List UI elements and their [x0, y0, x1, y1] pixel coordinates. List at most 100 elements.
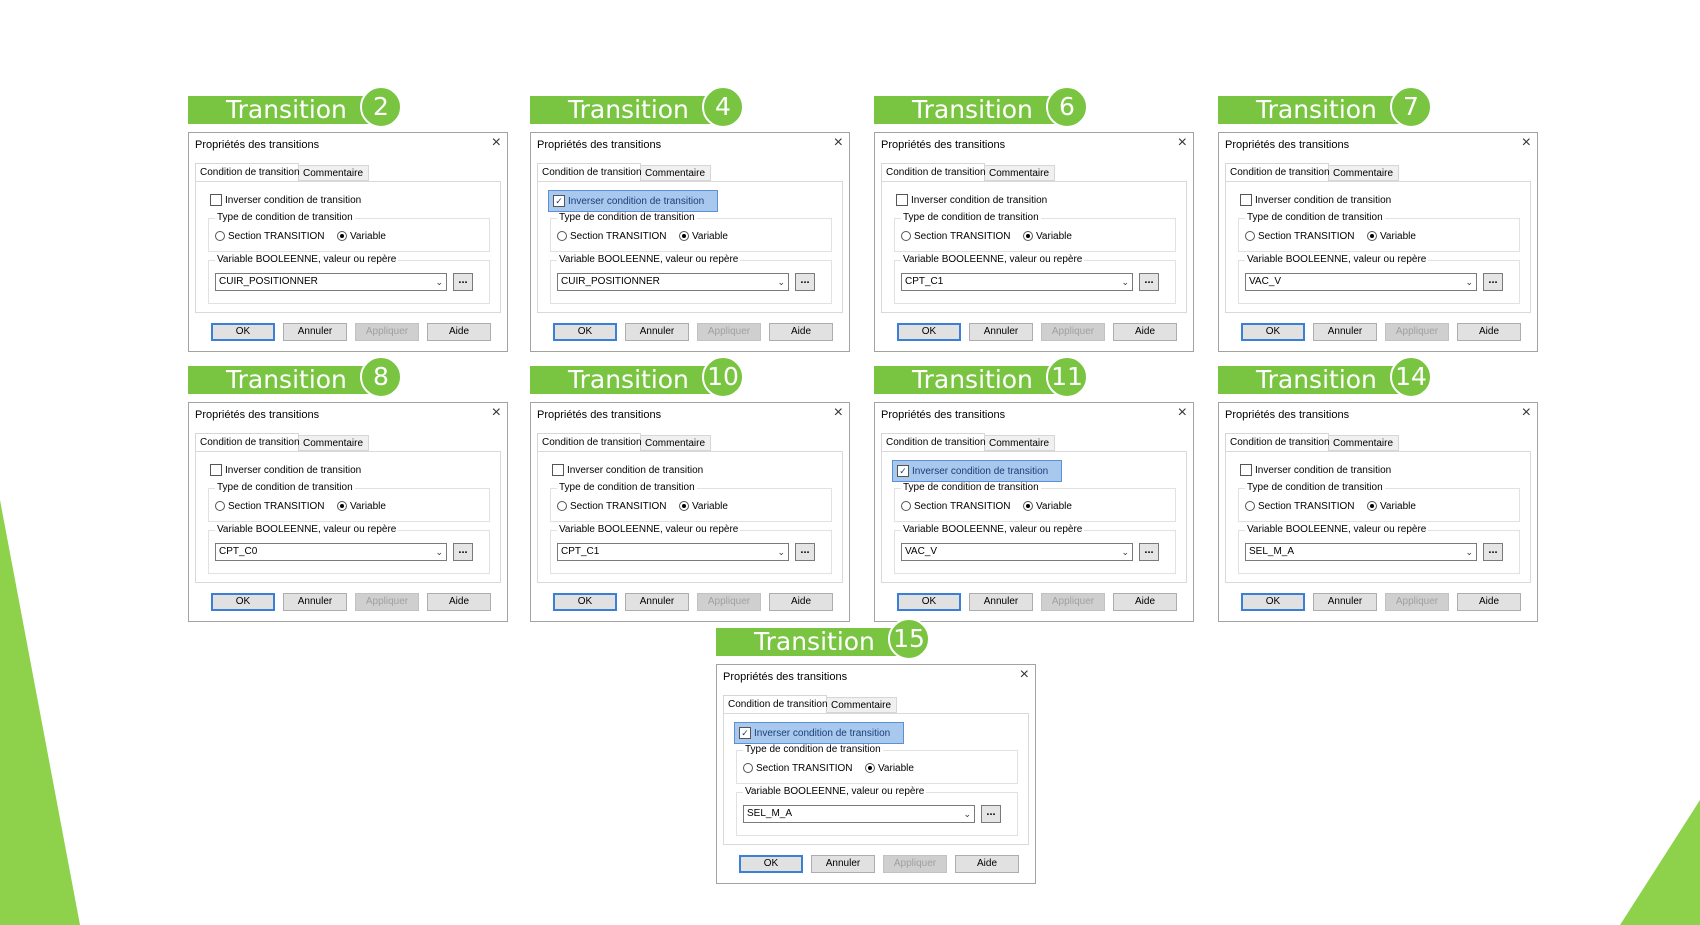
ok-button[interactable]: OK — [1241, 323, 1305, 341]
ok-button[interactable]: OK — [897, 593, 961, 611]
variable-combobox[interactable]: CPT_C0 ⌄ — [215, 543, 447, 561]
variable-combobox[interactable]: CPT_C1 ⌄ — [901, 273, 1133, 291]
browse-button[interactable]: ... — [1139, 543, 1159, 561]
tab-condition[interactable]: Condition de transition — [537, 163, 642, 181]
radio-section-transition[interactable]: Section TRANSITION — [215, 231, 325, 242]
apply-button[interactable]: Appliquer — [883, 855, 947, 873]
close-icon[interactable]: × — [834, 134, 843, 152]
ok-button[interactable]: OK — [897, 323, 961, 341]
radio-variable[interactable]: Variable — [1023, 231, 1072, 242]
invert-condition-checkbox[interactable]: Inverser condition de transition — [206, 190, 376, 212]
variable-combobox[interactable]: SEL_M_A ⌄ — [743, 805, 975, 823]
ok-button[interactable]: OK — [211, 593, 275, 611]
radio-variable[interactable]: Variable — [1023, 501, 1072, 512]
variable-combobox[interactable]: CUIR_POSITIONNER ⌄ — [215, 273, 447, 291]
apply-button[interactable]: Appliquer — [697, 323, 761, 341]
cancel-button[interactable]: Annuler — [811, 855, 875, 873]
radio-variable[interactable]: Variable — [337, 501, 386, 512]
tab-condition[interactable]: Condition de transition — [881, 433, 986, 451]
apply-button[interactable]: Appliquer — [1385, 593, 1449, 611]
apply-button[interactable]: Appliquer — [355, 593, 419, 611]
close-icon[interactable]: × — [1178, 404, 1187, 422]
variable-combobox[interactable]: VAC_V ⌄ — [1245, 273, 1477, 291]
cancel-button[interactable]: Annuler — [1313, 593, 1377, 611]
tab-comment[interactable]: Commentaire — [299, 165, 369, 181]
tab-condition[interactable]: Condition de transition — [1225, 163, 1330, 181]
radio-variable[interactable]: Variable — [679, 501, 728, 512]
apply-button[interactable]: Appliquer — [1041, 323, 1105, 341]
ok-button[interactable]: OK — [1241, 593, 1305, 611]
close-icon[interactable]: × — [834, 404, 843, 422]
tab-comment[interactable]: Commentaire — [299, 435, 369, 451]
browse-button[interactable]: ... — [1483, 273, 1503, 291]
chevron-down-icon[interactable]: ⌄ — [1121, 544, 1129, 560]
cancel-button[interactable]: Annuler — [969, 323, 1033, 341]
chevron-down-icon[interactable]: ⌄ — [963, 806, 971, 822]
chevron-down-icon[interactable]: ⌄ — [777, 274, 785, 290]
cancel-button[interactable]: Annuler — [283, 323, 347, 341]
browse-button[interactable]: ... — [1139, 273, 1159, 291]
cancel-button[interactable]: Annuler — [283, 593, 347, 611]
tab-comment[interactable]: Commentaire — [1329, 165, 1399, 181]
help-button[interactable]: Aide — [427, 323, 491, 341]
browse-button[interactable]: ... — [795, 273, 815, 291]
close-icon[interactable]: × — [1522, 134, 1531, 152]
tab-comment[interactable]: Commentaire — [985, 165, 1055, 181]
radio-section-transition[interactable]: Section TRANSITION — [557, 231, 667, 242]
tab-condition[interactable]: Condition de transition — [195, 433, 300, 451]
ok-button[interactable]: OK — [553, 593, 617, 611]
variable-combobox[interactable]: CUIR_POSITIONNER ⌄ — [557, 273, 789, 291]
tab-comment[interactable]: Commentaire — [985, 435, 1055, 451]
chevron-down-icon[interactable]: ⌄ — [777, 544, 785, 560]
close-icon[interactable]: × — [1178, 134, 1187, 152]
radio-section-transition[interactable]: Section TRANSITION — [743, 763, 853, 774]
radio-section-transition[interactable]: Section TRANSITION — [1245, 501, 1355, 512]
tab-condition[interactable]: Condition de transition — [881, 163, 986, 181]
help-button[interactable]: Aide — [427, 593, 491, 611]
ok-button[interactable]: OK — [553, 323, 617, 341]
invert-condition-checkbox[interactable]: ✓ Inverser condition de transition — [734, 722, 904, 744]
radio-section-transition[interactable]: Section TRANSITION — [557, 501, 667, 512]
invert-condition-checkbox[interactable]: Inverser condition de transition — [892, 190, 1062, 212]
help-button[interactable]: Aide — [1113, 593, 1177, 611]
help-button[interactable]: Aide — [1457, 593, 1521, 611]
tab-comment[interactable]: Commentaire — [1329, 435, 1399, 451]
tab-comment[interactable]: Commentaire — [641, 165, 711, 181]
radio-section-transition[interactable]: Section TRANSITION — [215, 501, 325, 512]
chevron-down-icon[interactable]: ⌄ — [435, 274, 443, 290]
browse-button[interactable]: ... — [453, 273, 473, 291]
invert-condition-checkbox[interactable]: Inverser condition de transition — [1236, 460, 1406, 482]
radio-variable[interactable]: Variable — [337, 231, 386, 242]
tab-comment[interactable]: Commentaire — [827, 697, 897, 713]
cancel-button[interactable]: Annuler — [1313, 323, 1377, 341]
invert-condition-checkbox[interactable]: ✓ Inverser condition de transition — [548, 190, 718, 212]
radio-section-transition[interactable]: Section TRANSITION — [901, 231, 1011, 242]
chevron-down-icon[interactable]: ⌄ — [1121, 274, 1129, 290]
invert-condition-checkbox[interactable]: ✓ Inverser condition de transition — [892, 460, 1062, 482]
apply-button[interactable]: Appliquer — [1385, 323, 1449, 341]
variable-combobox[interactable]: CPT_C1 ⌄ — [557, 543, 789, 561]
close-icon[interactable]: × — [492, 134, 501, 152]
tab-comment[interactable]: Commentaire — [641, 435, 711, 451]
tab-condition[interactable]: Condition de transition — [537, 433, 642, 451]
radio-variable[interactable]: Variable — [865, 763, 914, 774]
invert-condition-checkbox[interactable]: Inverser condition de transition — [206, 460, 376, 482]
variable-combobox[interactable]: VAC_V ⌄ — [901, 543, 1133, 561]
help-button[interactable]: Aide — [769, 593, 833, 611]
tab-condition[interactable]: Condition de transition — [195, 163, 300, 181]
help-button[interactable]: Aide — [1457, 323, 1521, 341]
apply-button[interactable]: Appliquer — [697, 593, 761, 611]
close-icon[interactable]: × — [1522, 404, 1531, 422]
chevron-down-icon[interactable]: ⌄ — [435, 544, 443, 560]
variable-combobox[interactable]: SEL_M_A ⌄ — [1245, 543, 1477, 561]
radio-variable[interactable]: Variable — [1367, 231, 1416, 242]
close-icon[interactable]: × — [1020, 666, 1029, 684]
help-button[interactable]: Aide — [769, 323, 833, 341]
browse-button[interactable]: ... — [1483, 543, 1503, 561]
browse-button[interactable]: ... — [453, 543, 473, 561]
cancel-button[interactable]: Annuler — [625, 593, 689, 611]
radio-variable[interactable]: Variable — [679, 231, 728, 242]
cancel-button[interactable]: Annuler — [969, 593, 1033, 611]
invert-condition-checkbox[interactable]: Inverser condition de transition — [1236, 190, 1406, 212]
cancel-button[interactable]: Annuler — [625, 323, 689, 341]
